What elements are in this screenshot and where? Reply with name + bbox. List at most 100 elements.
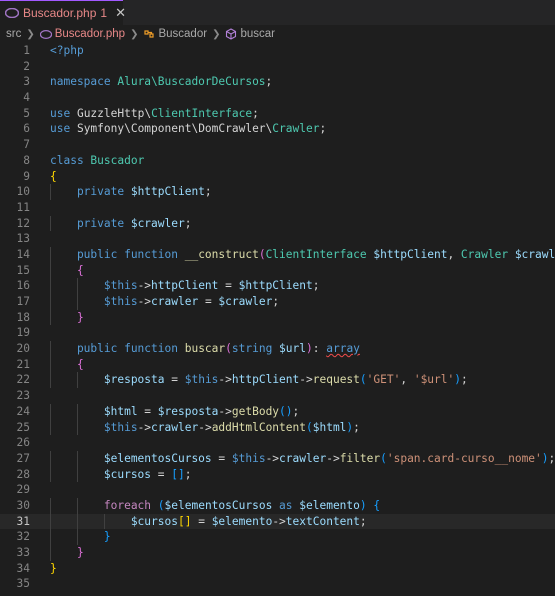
code-line[interactable]: 27 $elementosCursos = $this->crawler->fi… [0, 450, 555, 467]
code-text: <?php [50, 43, 84, 59]
code-line[interactable]: 5 use GuzzleHttp\ClientInterface; [0, 106, 555, 122]
line-number: 19 [16, 326, 30, 340]
code-line[interactable]: 14 public function __construct(ClientInt… [0, 246, 555, 263]
code-line[interactable]: 22 $resposta = $this->httpClient->reques… [0, 372, 555, 389]
code-line[interactable]: 23 [0, 388, 555, 404]
code-line[interactable]: 18 } [0, 309, 555, 326]
line-number: 23 [16, 389, 30, 403]
code-line[interactable]: 13 [0, 231, 555, 247]
code-editor[interactable]: 1 <?php 2 3 namespace Alura\BuscadorDeCursos… [0, 43, 555, 592]
code-token: string [231, 342, 280, 356]
breadcrumb-method[interactable]: buscar [240, 28, 275, 40]
code-token: ; [461, 373, 468, 387]
code-line[interactable]: 20 public function buscar(string $url): … [0, 341, 555, 357]
line-number: 8 [23, 153, 30, 167]
code-line[interactable]: 28 $cursos = []; [0, 466, 555, 483]
code-line[interactable]: 7 [0, 137, 555, 153]
code-token: ) [541, 451, 549, 465]
code-line[interactable]: 2 [0, 59, 555, 75]
code-token: httpClient [231, 373, 300, 387]
code-line[interactable]: 34} [0, 561, 555, 577]
close-icon[interactable]: ✕ [115, 5, 126, 21]
code-token: namespace [50, 75, 118, 89]
line-number: 15 [16, 263, 30, 277]
code-token: -> [326, 451, 340, 465]
code-text: public function buscar(string $url): arr… [50, 341, 360, 357]
code-token: ; [272, 295, 280, 308]
code-token: class [50, 153, 91, 167]
code-token: -> [299, 373, 313, 387]
line-number: 16 [16, 279, 30, 293]
code-line[interactable]: 12 private $crawler; [0, 215, 555, 232]
code-line[interactable]: 1 <?php [0, 43, 555, 59]
line-number: 12 [16, 216, 30, 230]
code-token: $httpClient [238, 279, 313, 293]
code-token: '$url' [413, 373, 455, 387]
code-line[interactable]: 26 [0, 435, 555, 451]
code-token: ( [380, 451, 387, 465]
code-token: ( [157, 498, 165, 512]
code-token: () [279, 404, 293, 418]
code-line[interactable]: 32 } [0, 529, 555, 545]
code-token: crawler [151, 295, 199, 308]
code-line[interactable]: 25 $this->crawler->addHtmlContent($html)… [0, 419, 555, 436]
line-number: 22 [16, 373, 30, 387]
code-token: , [447, 247, 461, 261]
code-token: $resposta [157, 404, 219, 418]
code-line[interactable]: 30 foreach ($elementosCursos as $element… [0, 497, 555, 514]
code-token: -> [218, 404, 232, 418]
code-text: use Symfony\Component\DomCrawler\Crawler… [50, 121, 326, 137]
code-line[interactable]: 11 [0, 200, 555, 216]
line-number: 6 [23, 122, 30, 136]
code-line[interactable]: 29 [0, 482, 555, 498]
code-line[interactable]: 3 namespace Alura\BuscadorDeCursos; [0, 74, 555, 90]
code-line[interactable]: 24 $html = $resposta->getBody(); [0, 403, 555, 420]
code-line[interactable]: 16 $this->httpClient = $httpClient; [0, 278, 555, 294]
code-line[interactable]: 4 [0, 90, 555, 106]
chevron-right-icon: ❯ [130, 28, 139, 40]
code-token: array [326, 342, 360, 356]
code-token: -> [137, 295, 152, 308]
code-text: namespace Alura\BuscadorDeCursos; [50, 74, 272, 90]
code-line[interactable]: 31 $cursos[] = $elemento->textContent; [0, 513, 555, 530]
code-line[interactable]: 15 { [0, 262, 555, 279]
line-number: 25 [16, 420, 30, 434]
code-token: } [50, 561, 57, 575]
line-number: 2 [23, 59, 30, 73]
line-number: 10 [16, 185, 30, 199]
code-token: 'GET' [366, 373, 401, 387]
code-token: ( [258, 247, 266, 261]
code-token: $html [50, 404, 138, 418]
code-token: -> [137, 279, 152, 293]
code-line[interactable]: 19 [0, 325, 555, 341]
code-token: , [400, 373, 414, 387]
code-token: ClientInterface [265, 247, 374, 261]
code-line[interactable]: 21 { [0, 356, 555, 373]
code-token: : [312, 342, 327, 356]
breadcrumb-class[interactable]: Buscador [158, 28, 207, 40]
code-token: $elementosCursos [164, 498, 273, 512]
code-token: -> [272, 514, 286, 528]
code-token: Alura\BuscadorDeCursos [117, 75, 266, 89]
code-token: request [312, 373, 360, 387]
code-line[interactable]: 33 } [0, 545, 555, 561]
breadcrumb-file[interactable]: Buscador.php [55, 28, 125, 40]
breadcrumb-folder[interactable]: src [6, 28, 21, 40]
code-text: $elementosCursos = $this->crawler->filte… [50, 451, 555, 467]
code-token: = [137, 404, 158, 418]
class-symbol-icon [143, 28, 155, 40]
code-line[interactable]: 35 [0, 576, 555, 592]
code-line[interactable]: 10 private $httpClient; [0, 184, 555, 200]
code-token: ; [184, 467, 192, 481]
code-token: ( [305, 420, 313, 434]
code-line[interactable]: 9{ [0, 169, 555, 185]
code-token: $this [231, 451, 266, 465]
code-line[interactable]: 17 $this->crawler = $crawler; [0, 294, 555, 310]
code-token: { [366, 498, 381, 512]
code-line[interactable]: 6 use Symfony\Component\DomCrawler\Crawle… [0, 121, 555, 137]
line-number: 13 [16, 232, 30, 246]
tab-buscador-php[interactable]: Buscador.php 1 ✕ [0, 0, 126, 25]
code-line[interactable]: 8 class Buscador [0, 153, 555, 169]
line-number: 3 [23, 75, 30, 89]
code-token: $this [50, 295, 138, 308]
